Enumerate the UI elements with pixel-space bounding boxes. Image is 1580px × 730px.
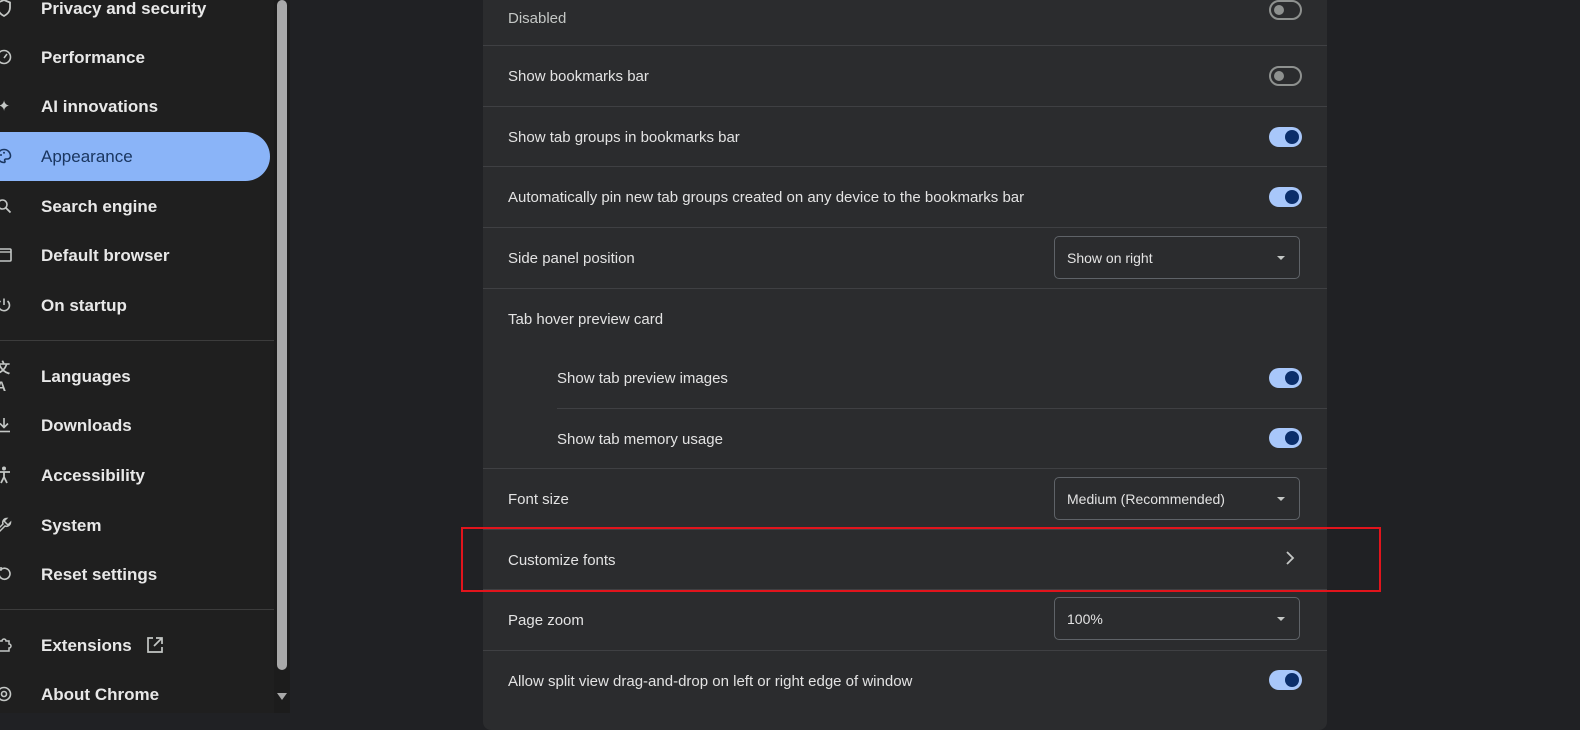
setting-label: Allow split view drag-and-drop on left o… [508, 672, 913, 690]
sidebar-item-label: AI innovations [41, 96, 159, 116]
show-tab-memory-usage-toggle[interactable] [1269, 428, 1302, 448]
setting-label: Page zoom [508, 611, 584, 629]
sidebar-divider [0, 340, 274, 341]
setting-row-side-panel-position: Side panel position Show on right [483, 228, 1327, 288]
sidebar-item-label: About Chrome [41, 684, 160, 704]
sidebar-item-on-startup[interactable]: On startup [0, 281, 270, 330]
sidebar-item-label: Accessibility [41, 465, 145, 485]
sidebar-item-label: Performance [41, 47, 145, 67]
sidebar-item-downloads[interactable]: Downloads [0, 401, 270, 450]
sidebar-item-label: Default browser [41, 245, 170, 265]
setting-toggle-top[interactable] [1269, 0, 1302, 20]
sidebar-item-label: Downloads [41, 415, 132, 435]
palette-icon [0, 146, 12, 166]
dropdown-arrow-icon [1277, 497, 1285, 501]
download-icon [0, 415, 12, 435]
setting-row-font-size: Font size Medium (Recommended) [483, 469, 1327, 529]
sidebar-item-reset-settings[interactable]: Reset settings [0, 550, 270, 599]
sidebar-item-search-engine[interactable]: Search engine [0, 182, 270, 231]
setting-row-split-view[interactable]: Allow split view drag-and-drop on left o… [483, 651, 1327, 711]
window-icon [0, 245, 12, 265]
puzzle-icon [0, 635, 12, 655]
sidebar-item-extensions[interactable]: Extensions [0, 621, 270, 670]
sidebar-item-appearance[interactable]: Appearance [0, 132, 270, 181]
chrome-icon [0, 684, 12, 704]
accessibility-icon [0, 465, 12, 485]
page-zoom-select[interactable]: 100% [1054, 597, 1300, 640]
sidebar-scrollbar[interactable] [274, 0, 290, 713]
sparkle-icon: ✦ [0, 98, 11, 115]
sidebar-item-label: Reset settings [41, 564, 158, 584]
setting-label: Customize fonts [508, 551, 616, 569]
dropdown-arrow-icon [1277, 617, 1285, 621]
chevron-right-icon [1284, 549, 1296, 572]
sidebar-item-label: Languages [41, 366, 131, 386]
auto-pin-tab-groups-toggle[interactable] [1269, 187, 1302, 207]
sidebar-item-accessibility[interactable]: Accessibility [0, 451, 270, 500]
sidebar-item-label: Search engine [41, 196, 158, 216]
toggle-knob [1285, 673, 1299, 687]
setting-row-show-tab-memory-usage[interactable]: Show tab memory usage [483, 409, 1327, 469]
scrollbar-thumb[interactable] [277, 0, 287, 670]
setting-status-text: Disabled [508, 9, 567, 27]
settings-sidebar: Privacy and security Performance ✦ AI in… [0, 0, 274, 713]
setting-label: Font size [508, 490, 569, 508]
setting-label: Show bookmarks bar [508, 67, 649, 85]
setting-label: Show tab groups in bookmarks bar [508, 128, 740, 146]
shield-icon [0, 0, 12, 18]
setting-row-disabled: Disabled [483, 0, 1327, 48]
sidebar-item-label: Extensions [41, 635, 132, 655]
setting-row-show-tab-groups[interactable]: Show tab groups in bookmarks bar [483, 107, 1327, 167]
sidebar-item-ai-innovations[interactable]: ✦ AI innovations [0, 82, 270, 131]
show-bookmarks-bar-toggle[interactable] [1269, 66, 1302, 86]
setting-label: Automatically pin new tab groups created… [508, 188, 1025, 206]
external-link-icon [146, 636, 164, 654]
sidebar-item-about-chrome[interactable]: About Chrome [0, 670, 270, 719]
toggle-knob [1285, 431, 1299, 445]
sidebar-divider [0, 609, 274, 610]
reset-icon [0, 564, 12, 584]
sidebar-item-privacy-security[interactable]: Privacy and security [0, 0, 270, 33]
wrench-icon [0, 515, 12, 535]
select-value: Show on right [1067, 249, 1153, 266]
gauge-icon [0, 47, 12, 67]
show-tab-groups-toggle[interactable] [1269, 127, 1302, 147]
show-tab-preview-images-toggle[interactable] [1269, 368, 1302, 388]
scroll-down-arrow-icon[interactable] [277, 693, 287, 700]
sidebar-item-default-browser[interactable]: Default browser [0, 231, 270, 280]
setting-row-show-bookmarks-bar[interactable]: Show bookmarks bar [483, 46, 1327, 106]
side-panel-position-select[interactable]: Show on right [1054, 236, 1300, 279]
setting-row-page-zoom: Page zoom 100% [483, 590, 1327, 650]
select-value: Medium (Recommended) [1067, 490, 1225, 507]
font-size-select[interactable]: Medium (Recommended) [1054, 477, 1300, 520]
setting-label: Side panel position [508, 249, 635, 267]
setting-label: Show tab memory usage [557, 430, 723, 448]
power-icon [0, 295, 12, 315]
toggle-knob [1285, 190, 1299, 204]
sidebar-item-label: On startup [41, 295, 127, 315]
setting-row-auto-pin-tab-groups[interactable]: Automatically pin new tab groups created… [483, 167, 1327, 227]
sidebar-item-performance[interactable]: Performance [0, 33, 270, 82]
toggle-knob [1285, 130, 1299, 144]
sidebar-item-label: System [41, 515, 102, 535]
select-value: 100% [1067, 610, 1103, 627]
setting-row-tab-hover-preview: Tab hover preview card [483, 289, 1327, 349]
sidebar-item-system[interactable]: System [0, 501, 270, 550]
setting-row-show-tab-preview-images[interactable]: Show tab preview images [483, 348, 1327, 408]
setting-section-label: Tab hover preview card [508, 310, 664, 328]
sidebar-item-languages[interactable]: 文A Languages [0, 352, 270, 401]
sidebar-item-label: Appearance [41, 146, 133, 166]
setting-row-customize-fonts[interactable]: Customize fonts [483, 530, 1327, 590]
toggle-knob [1274, 71, 1284, 81]
toggle-knob [1285, 371, 1299, 385]
setting-label: Show tab preview images [557, 369, 728, 387]
split-view-toggle[interactable] [1269, 670, 1302, 690]
search-icon [0, 196, 12, 216]
toggle-knob [1274, 5, 1284, 15]
sidebar-item-label: Privacy and security [41, 0, 207, 18]
translate-icon: 文A [0, 360, 10, 394]
dropdown-arrow-icon [1277, 256, 1285, 260]
